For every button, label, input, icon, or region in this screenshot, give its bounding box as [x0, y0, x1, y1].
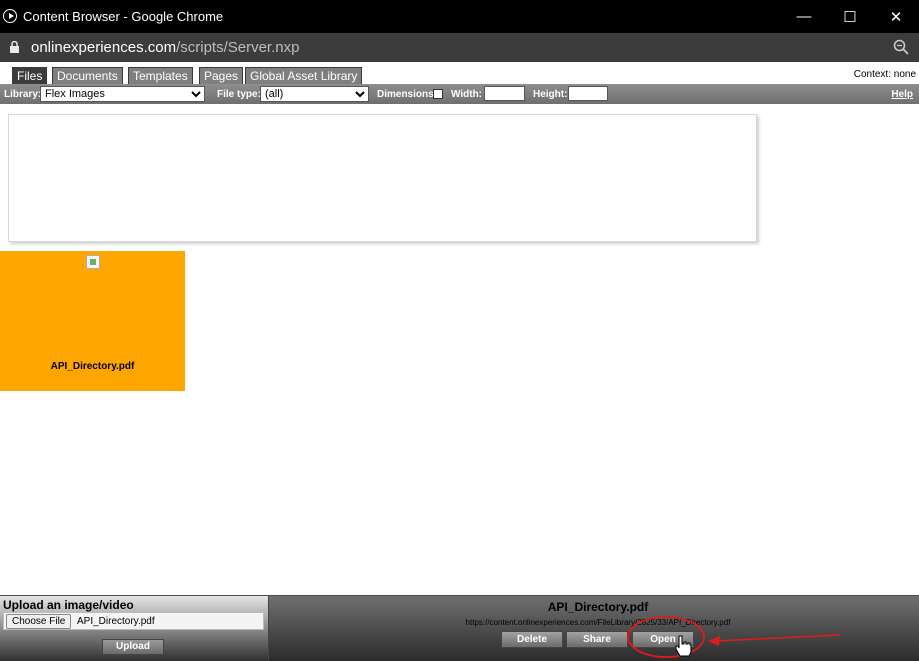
dimensions-checkbox[interactable]: [433, 89, 443, 99]
filter-bar: Library: Flex Images File type: (all) Di…: [0, 84, 919, 104]
maximize-button[interactable]: ☐: [827, 0, 873, 33]
open-button[interactable]: Open: [632, 631, 694, 648]
address-bar[interactable]: onlinexperiences.com/scripts/Server.nxp: [0, 33, 919, 62]
detail-file-url: https://content.onlinexperiences.com/Fil…: [465, 618, 731, 627]
choose-file-button[interactable]: Choose File: [6, 614, 72, 629]
width-input[interactable]: [484, 86, 525, 101]
height-label: Height:: [533, 89, 568, 100]
window-title-bar: Content Browser - Google Chrome — ☐ ✕: [0, 0, 919, 33]
lock-icon: [10, 41, 19, 53]
library-select[interactable]: Flex Images: [40, 86, 205, 102]
file-tile-name: API_Directory.pdf: [50, 361, 135, 372]
upload-heading: Upload an image/video: [3, 598, 134, 612]
window-title: Content Browser - Google Chrome: [23, 9, 224, 24]
broken-image-icon: [86, 255, 100, 269]
minimize-button[interactable]: —: [781, 0, 827, 33]
delete-button[interactable]: Delete: [501, 631, 563, 648]
url-domain: onlinexperiences.com: [31, 39, 177, 56]
close-button[interactable]: ✕: [873, 0, 919, 33]
url-path: /scripts/Server.nxp: [176, 39, 300, 56]
width-label: Width:: [451, 89, 483, 100]
library-label: Library:: [4, 89, 42, 100]
tab-templates[interactable]: Templates: [128, 67, 193, 85]
chosen-file-name: API_Directory.pdf: [77, 616, 155, 627]
help-link[interactable]: Help: [891, 89, 913, 100]
dimensions-label: Dimensions:: [377, 89, 438, 100]
filetype-select[interactable]: (all): [260, 86, 369, 102]
filetype-label: File type:: [217, 89, 261, 100]
tab-strip: Files Documents Templates Pages Global A…: [0, 62, 919, 85]
bottom-panel: Upload an image/video Choose File API_Di…: [0, 595, 919, 661]
height-input[interactable]: [568, 86, 608, 101]
url-text[interactable]: onlinexperiences.com/scripts/Server.nxp: [31, 39, 299, 56]
file-picker: Choose File API_Directory.pdf: [3, 612, 264, 630]
tab-global-asset-library[interactable]: Global Asset Library: [245, 67, 363, 85]
file-detail-panel: API_Directory.pdf https://content.online…: [270, 596, 919, 661]
zoom-icon[interactable]: [893, 39, 909, 55]
share-button[interactable]: Share: [566, 631, 628, 648]
file-tile[interactable]: API_Directory.pdf: [0, 251, 185, 391]
context-label: Context: none: [853, 69, 916, 80]
preview-area: [8, 114, 757, 242]
tab-documents[interactable]: Documents: [52, 67, 123, 85]
tab-files[interactable]: Files: [12, 67, 48, 85]
upload-panel: Upload an image/video Choose File API_Di…: [0, 596, 269, 661]
chrome-app-icon: [3, 9, 17, 23]
tab-pages[interactable]: Pages: [199, 67, 244, 85]
upload-button[interactable]: Upload: [102, 639, 164, 655]
detail-file-name: API_Directory.pdf: [547, 600, 649, 614]
